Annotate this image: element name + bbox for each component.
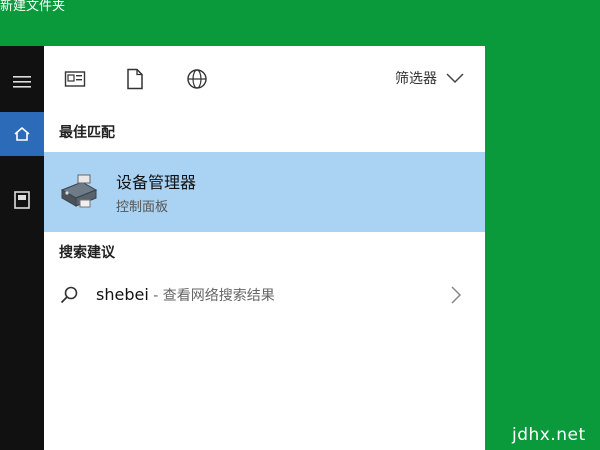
suggestion-text: shebei - 查看网络搜索结果 (96, 285, 275, 305)
apps-icon (64, 71, 86, 87)
best-match-item[interactable]: 设备管理器 控制面板 (44, 152, 485, 232)
best-match-heading: 最佳匹配 (59, 125, 115, 141)
documents-filter-button[interactable] (122, 66, 148, 92)
search-suggestions-heading: 搜索建议 (59, 245, 115, 261)
filter-dropdown[interactable]: 筛选器 (395, 68, 465, 88)
web-icon (187, 69, 207, 89)
start-sidebar (0, 46, 44, 450)
home-icon (14, 126, 30, 141)
best-match-subtitle: 控制面板 (116, 200, 169, 215)
documents-icon (127, 68, 143, 90)
documents-sidebar-button[interactable] (0, 178, 44, 222)
search-results-panel: 筛选器 最佳匹配 设备管理器 控制面板 搜索建议 shebei - 查看网络搜索… (44, 46, 485, 450)
device-manager-icon (60, 174, 98, 208)
suggestion-query: shebei (96, 285, 149, 304)
chevron-right-icon[interactable] (449, 284, 463, 306)
suggestion-hint: - 查看网络搜索结果 (148, 288, 275, 304)
search-toolbar: 筛选器 (44, 46, 485, 110)
filter-label: 筛选器 (395, 71, 437, 87)
search-suggestion-item[interactable]: shebei - 查看网络搜索结果 (44, 272, 485, 316)
document-icon (14, 191, 30, 209)
web-filter-button[interactable] (184, 66, 210, 92)
best-match-title: 设备管理器 (116, 173, 197, 192)
hamburger-menu-button[interactable] (0, 60, 44, 104)
apps-filter-button[interactable] (62, 66, 88, 92)
hamburger-menu-icon (13, 76, 31, 88)
search-icon (60, 286, 78, 304)
chevron-down-icon (446, 73, 464, 84)
watermark: jdhx.net (512, 425, 586, 445)
home-button[interactable] (0, 112, 44, 156)
desktop-folder-label: 新建文件夹 (0, 0, 66, 14)
